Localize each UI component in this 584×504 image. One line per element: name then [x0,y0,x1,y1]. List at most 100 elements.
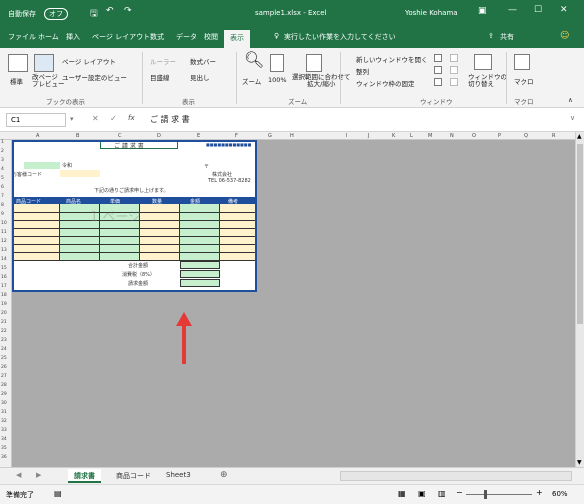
row-header[interactable]: 7 [1,194,4,199]
page-break-border[interactable] [12,140,257,292]
vertical-scrollbar[interactable]: ▲ ▼ [575,132,584,467]
tab-review[interactable]: 校閲 [204,32,218,42]
freeze-panes-button[interactable]: ウィンドウ枠の固定 [356,78,415,88]
view-side-by-side-icon[interactable] [450,54,458,62]
row-header[interactable]: 36 [1,455,7,460]
expand-formula-bar-icon[interactable]: ∨ [570,114,575,122]
switch-windows-button[interactable]: ウィンドウの 切り替え [468,74,507,88]
page-break-status-icon[interactable]: ▥ [438,489,446,498]
zoom-to-selection-button[interactable]: 選択範囲に合わせて 拡大/縮小 [292,74,351,88]
normal-view-button[interactable]: 標準 [10,76,23,86]
sheet-tab-invoice[interactable]: 請求書 [68,469,101,483]
name-box[interactable]: C1 [6,113,66,127]
row-header[interactable]: 22 [1,329,7,334]
column-header[interactable]: D [157,133,161,139]
row-header[interactable]: 25 [1,356,7,361]
undo-icon[interactable]: ↶ [106,6,114,16]
row-header[interactable]: 31 [1,410,7,415]
row-header[interactable]: 3 [1,158,4,163]
custom-views-button[interactable]: ユーザー設定のビュー [62,72,127,82]
row-header[interactable]: 30 [1,401,7,406]
normal-view-status-icon[interactable]: ▦ [398,489,406,498]
insert-function-button[interactable]: fx [128,114,135,122]
ruler-checkbox[interactable]: ルーラー [150,56,176,66]
tab-insert[interactable]: 挿入 [66,32,80,42]
column-header[interactable]: Q [524,133,528,139]
new-window-button[interactable]: 新しいウィンドウを開く [356,54,428,64]
row-header[interactable]: 29 [1,392,7,397]
column-header[interactable]: N [450,133,454,139]
headings-checkbox[interactable]: 見出し [190,72,210,82]
column-header[interactable]: F [235,133,238,139]
macro-record-icon[interactable]: ▤ [54,489,62,498]
column-header[interactable]: E [197,133,200,139]
column-header[interactable]: L [410,133,413,139]
prev-sheet-icon[interactable]: ◀ [16,471,21,479]
row-header[interactable]: 28 [1,383,7,388]
page-break-preview-button[interactable]: 改ページ プレビュー [32,74,65,88]
name-box-dropdown-icon[interactable]: ▾ [70,115,74,123]
row-header[interactable]: 1 [1,140,4,145]
page-layout-button[interactable]: ページ レイアウト [62,56,116,66]
row-header[interactable]: 17 [1,284,7,289]
row-header[interactable]: 15 [1,266,7,271]
user-name[interactable]: Yoshie Kohama [405,9,458,17]
column-header[interactable]: J [368,133,369,139]
column-header[interactable]: G [268,133,272,139]
smiley-icon[interactable]: ☺ [560,31,569,41]
minimize-icon[interactable]: — [508,5,517,15]
tell-me-input[interactable]: 実行したい作業を入力してください [284,32,396,42]
row-header[interactable]: 10 [1,221,7,226]
row-header[interactable]: 23 [1,338,7,343]
sync-scroll-icon[interactable] [450,66,458,74]
hide-icon[interactable] [434,66,442,74]
row-header[interactable]: 19 [1,302,7,307]
macro-icon[interactable] [514,54,530,70]
row-header[interactable]: 4 [1,167,4,172]
column-header[interactable]: R [552,133,555,139]
zoom-icon[interactable]: 🔍︎ [244,50,264,69]
enter-icon[interactable]: ✓ [110,114,117,123]
redo-icon[interactable]: ↷ [124,6,132,16]
hundred-percent-button[interactable]: 100% [268,76,287,84]
column-header[interactable]: C [118,133,122,139]
sheet-tab-sheet3[interactable]: Sheet3 [160,469,197,483]
switch-windows-icon[interactable] [474,54,492,70]
gridlines-checkbox[interactable]: 目盛線 [150,72,170,82]
sheet-tab-product-code[interactable]: 商品コード [110,469,157,483]
scroll-thumb[interactable] [577,144,583,324]
scroll-up-icon[interactable]: ▲ [577,133,582,140]
collapse-ribbon-icon[interactable]: ∧ [568,96,573,104]
page-break-preview-icon[interactable] [34,54,54,72]
column-header[interactable]: I [346,133,347,139]
row-header[interactable]: 6 [1,185,4,190]
macros-button[interactable]: マクロ [514,76,534,86]
formula-bar-checkbox[interactable]: 数式バー [190,56,216,66]
row-header[interactable]: 24 [1,347,7,352]
row-header[interactable]: 34 [1,437,7,442]
row-header[interactable]: 11 [1,230,7,235]
row-header[interactable]: 9 [1,212,4,217]
horizontal-scrollbar[interactable] [340,471,572,481]
row-header[interactable]: 16 [1,275,7,280]
save-icon[interactable]: 🖫 [90,6,98,22]
row-header[interactable]: 20 [1,311,7,316]
ribbon-display-icon[interactable]: ▣ [478,6,487,16]
column-header[interactable]: P [498,133,501,139]
arrange-all-button[interactable]: 整列 [356,66,369,76]
unhide-icon[interactable] [434,78,442,86]
row-header[interactable]: 14 [1,257,7,262]
zoom-level[interactable]: 60% [552,490,568,498]
zoom-slider-thumb[interactable] [484,490,487,499]
row-header[interactable]: 2 [1,149,4,154]
share-icon[interactable]: ⇪ [488,32,494,40]
tab-data[interactable]: データ [176,32,197,42]
zoom-in-icon[interactable]: + [536,488,543,497]
tab-home[interactable]: ホーム [38,32,59,42]
column-header[interactable]: B [76,133,79,139]
column-header[interactable]: A [36,133,39,139]
tab-view[interactable]: 表示 [224,30,250,48]
add-sheet-icon[interactable]: ⊕ [220,470,228,480]
normal-view-icon[interactable] [8,54,28,72]
row-header[interactable]: 21 [1,320,7,325]
